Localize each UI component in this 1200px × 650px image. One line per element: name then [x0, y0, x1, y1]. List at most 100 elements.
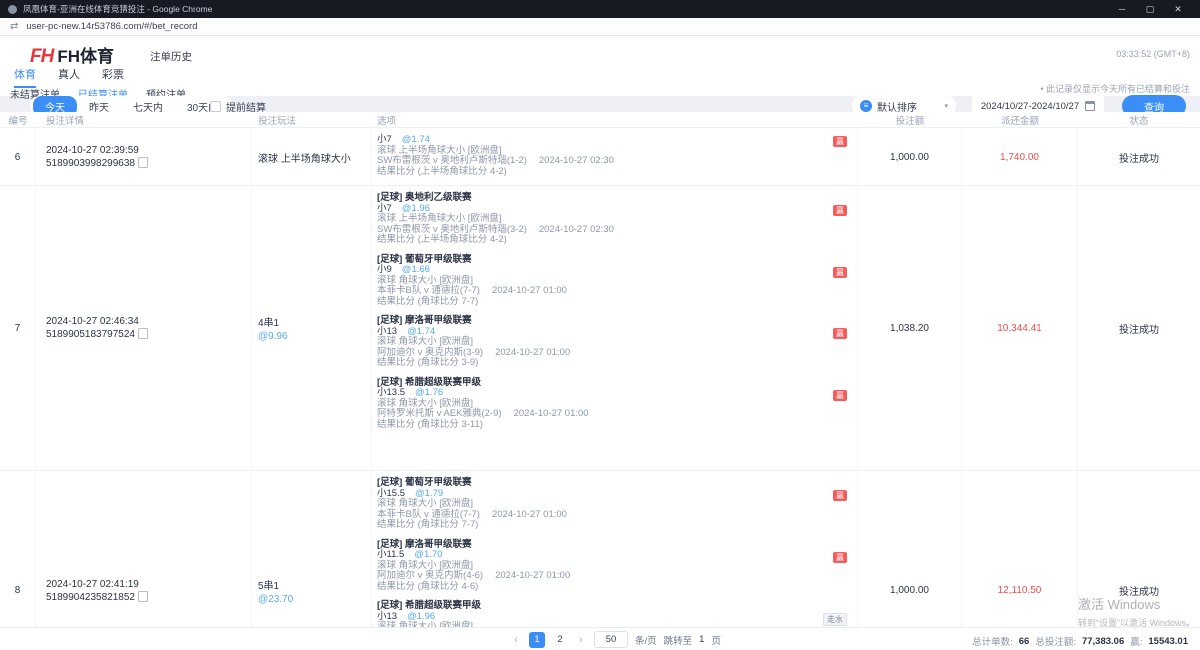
- bet-time: 2024-10-27 02:39:59: [46, 145, 251, 156]
- leg-match: 本菲卡B队 v 通德拉(7-7)2024-10-27 01:00: [377, 286, 857, 297]
- bet-leg: [足球] 奥地利乙级联赛 小7@1.96 滚球 上半场角球大小 [欧洲盘] SW…: [377, 193, 857, 246]
- copy-icon[interactable]: [140, 330, 148, 339]
- leg-market: 滚球 角球大小 [欧洲盘]: [377, 499, 857, 510]
- leg-match: SW布雷根茨 v 奥地利卢斯特瑙(1-2)2024-10-27 02:30: [377, 156, 857, 167]
- leg-pick: 小9@1.66: [377, 265, 857, 276]
- leg-result-badge: 走水: [823, 613, 847, 626]
- column-header: 选项: [372, 113, 858, 127]
- play-odds: @23.70: [258, 594, 371, 605]
- leg-result-badge: 赢: [833, 205, 847, 216]
- jump-page-input[interactable]: 1: [699, 634, 704, 645]
- date-range-value: 2024/10/27-2024/10/27: [981, 101, 1079, 112]
- leg-odds: @1.96: [402, 203, 430, 214]
- leg-result-badge: 赢: [833, 328, 847, 339]
- leg-match-time: 2024-10-27 01:00: [495, 570, 570, 581]
- leg-result: 结果比分 (角球比分 4-6): [377, 582, 857, 593]
- column-header: 状态: [1078, 113, 1200, 127]
- total-bet-value: 77,383.06: [1082, 636, 1124, 647]
- page-number-1[interactable]: 1: [529, 632, 545, 648]
- play-type-cell: 5串1 @23.70: [252, 471, 372, 650]
- leg-pick: 小7@1.74: [377, 135, 857, 146]
- leg-odds: @1.79: [415, 488, 443, 499]
- leg-market: 滚球 角球大小 [欧洲盘]: [377, 337, 857, 348]
- maximize-button[interactable]: ▢: [1136, 0, 1164, 18]
- prev-page-button[interactable]: ‹: [510, 634, 522, 646]
- order-id: 5189904235821852: [46, 592, 135, 603]
- leg-odds: @1.74: [407, 326, 435, 337]
- per-page-label: 条/页: [635, 633, 657, 647]
- checkbox-icon[interactable]: [210, 101, 221, 112]
- leg-result: 结果比分 (上半场角球比分 4-2): [377, 235, 857, 246]
- table-row: 7 2024-10-27 02:46:34 5189905183797524 4…: [0, 186, 1200, 471]
- leg-result-badge: 赢: [833, 136, 847, 147]
- browser-url-bar[interactable]: ⇄ user-pc-new.14r53786.com/#/bet_record: [0, 18, 1200, 36]
- payout-amount: 10,344.41: [962, 186, 1078, 470]
- leg-league: [足球] 摩洛哥甲级联赛: [377, 316, 857, 327]
- bet-amount: 1,038.20: [858, 186, 962, 470]
- total-bet-label: 总投注额:: [1035, 634, 1076, 648]
- leg-match-time: 2024-10-27 02:30: [539, 224, 614, 235]
- bet-status: 投注成功: [1078, 186, 1200, 470]
- leg-pick: 小11.5@1.70: [377, 550, 857, 561]
- copy-icon[interactable]: [140, 593, 148, 602]
- play-type: 5串1: [258, 577, 371, 592]
- leg-result: 结果比分 (角球比分 3-11): [377, 420, 857, 431]
- site-favicon: [8, 5, 17, 14]
- page-title: 注单历史: [150, 49, 192, 64]
- column-header: 派还金额: [962, 113, 1078, 127]
- page-size-input[interactable]: [594, 631, 628, 648]
- bet-leg: [足球] 葡萄牙甲级联赛 小15.5@1.79 滚球 角球大小 [欧洲盘] 本菲…: [377, 478, 857, 531]
- bet-detail-cell: 2024-10-27 02:39:59 5189903998299638: [36, 128, 252, 186]
- leg-result: 结果比分 (角球比分 3-9): [377, 358, 857, 369]
- leg-odds: @1.66: [402, 264, 430, 275]
- page-url[interactable]: user-pc-new.14r53786.com/#/bet_record: [26, 21, 197, 32]
- window-title: 凤凰体育-亚洲在线体育竞猜投注 - Google Chrome: [23, 3, 1108, 15]
- minimize-button[interactable]: ─: [1108, 0, 1136, 18]
- bet-detail-cell: 2024-10-27 02:41:19 5189904235821852: [36, 471, 252, 650]
- fh-logo-text: FH体育: [57, 42, 114, 67]
- bet-leg: [足球] 摩洛哥甲级联赛 小13@1.74 滚球 角球大小 [欧洲盘] 阿加迪尔…: [377, 316, 857, 369]
- close-button[interactable]: ✕: [1164, 0, 1192, 18]
- leg-league: [足球] 葡萄牙甲级联赛: [377, 478, 857, 489]
- leg-pick: 小13.5@1.76: [377, 388, 857, 399]
- leg-match-time: 2024-10-27 01:00: [492, 285, 567, 296]
- page-number-2[interactable]: 2: [552, 632, 568, 648]
- leg-match-time: 2024-10-27 02:30: [539, 155, 614, 166]
- bet-time: 2024-10-27 02:46:34: [46, 316, 251, 327]
- brand-logo[interactable]: FH FH体育: [30, 42, 114, 68]
- payout-amount: 1,740.00: [962, 128, 1078, 186]
- next-page-button[interactable]: ›: [575, 634, 587, 646]
- leg-league: [足球] 奥地利乙级联赛: [377, 193, 857, 204]
- column-header: 投注详情: [36, 113, 252, 127]
- bet-status: 投注成功: [1078, 128, 1200, 186]
- bet-record-table: 编号投注详情投注玩法选项投注额派还金额状态 6 2024-10-27 02:39…: [0, 112, 1200, 650]
- total-win-value: 15543.01: [1148, 636, 1188, 647]
- play-type: 滚球 上半场角球大小: [258, 150, 371, 165]
- payout-amount: 12,110.50: [962, 471, 1078, 650]
- play-type-cell: 4串1 @9.96: [252, 186, 372, 470]
- total-count-value: 66: [1019, 636, 1030, 647]
- bet-leg: [足球] 葡萄牙甲级联赛 小9@1.66 滚球 角球大小 [欧洲盘] 本菲卡B队…: [377, 255, 857, 308]
- leg-result-badge: 赢: [833, 552, 847, 563]
- leg-odds: @1.70: [414, 549, 442, 560]
- tab-switch-icon: ⇄: [10, 21, 18, 32]
- app-header: FH FH体育 注单历史 03:33:52 (GMT+8) 体育真人彩票 未结算…: [0, 36, 1200, 96]
- table-footer: ‹12›条/页跳转至1页 总计单数: 66 总投注额: 77,383.06 赢:…: [0, 627, 1200, 650]
- bet-amount: 1,000.00: [858, 128, 962, 186]
- leg-result-badge: 赢: [833, 267, 847, 278]
- bet-leg: 小7@1.74 滚球 上半场角球大小 [欧洲盘] SW布雷根茨 v 奥地利卢斯特…: [377, 135, 857, 177]
- bet-leg: [足球] 希腊超级联赛甲级 小13.5@1.76 滚球 角球大小 [欧洲盘] 阿…: [377, 378, 857, 431]
- pagination: ‹12›条/页跳转至1页: [510, 631, 721, 648]
- window-titlebar: 凤凰体育-亚洲在线体育竞猜投注 - Google Chrome ─ ▢ ✕: [0, 0, 1200, 18]
- column-header: 投注额: [858, 113, 962, 127]
- leg-odds: @1.96: [407, 611, 435, 622]
- column-header: 投注玩法: [252, 113, 372, 127]
- bet-amount: 1,000.00: [858, 471, 962, 650]
- leg-match-time: 2024-10-27 01:00: [492, 509, 567, 520]
- bet-leg: [足球] 摩洛哥甲级联赛 小11.5@1.70 滚球 角球大小 [欧洲盘] 阿加…: [377, 540, 857, 593]
- leg-league: [足球] 葡萄牙甲级联赛: [377, 255, 857, 266]
- table-row: 8 2024-10-27 02:41:19 5189904235821852 5…: [0, 471, 1200, 650]
- chevron-down-icon: ▾: [944, 102, 948, 110]
- copy-icon[interactable]: [140, 159, 148, 168]
- server-time: 03:33:52 (GMT+8): [1116, 49, 1190, 59]
